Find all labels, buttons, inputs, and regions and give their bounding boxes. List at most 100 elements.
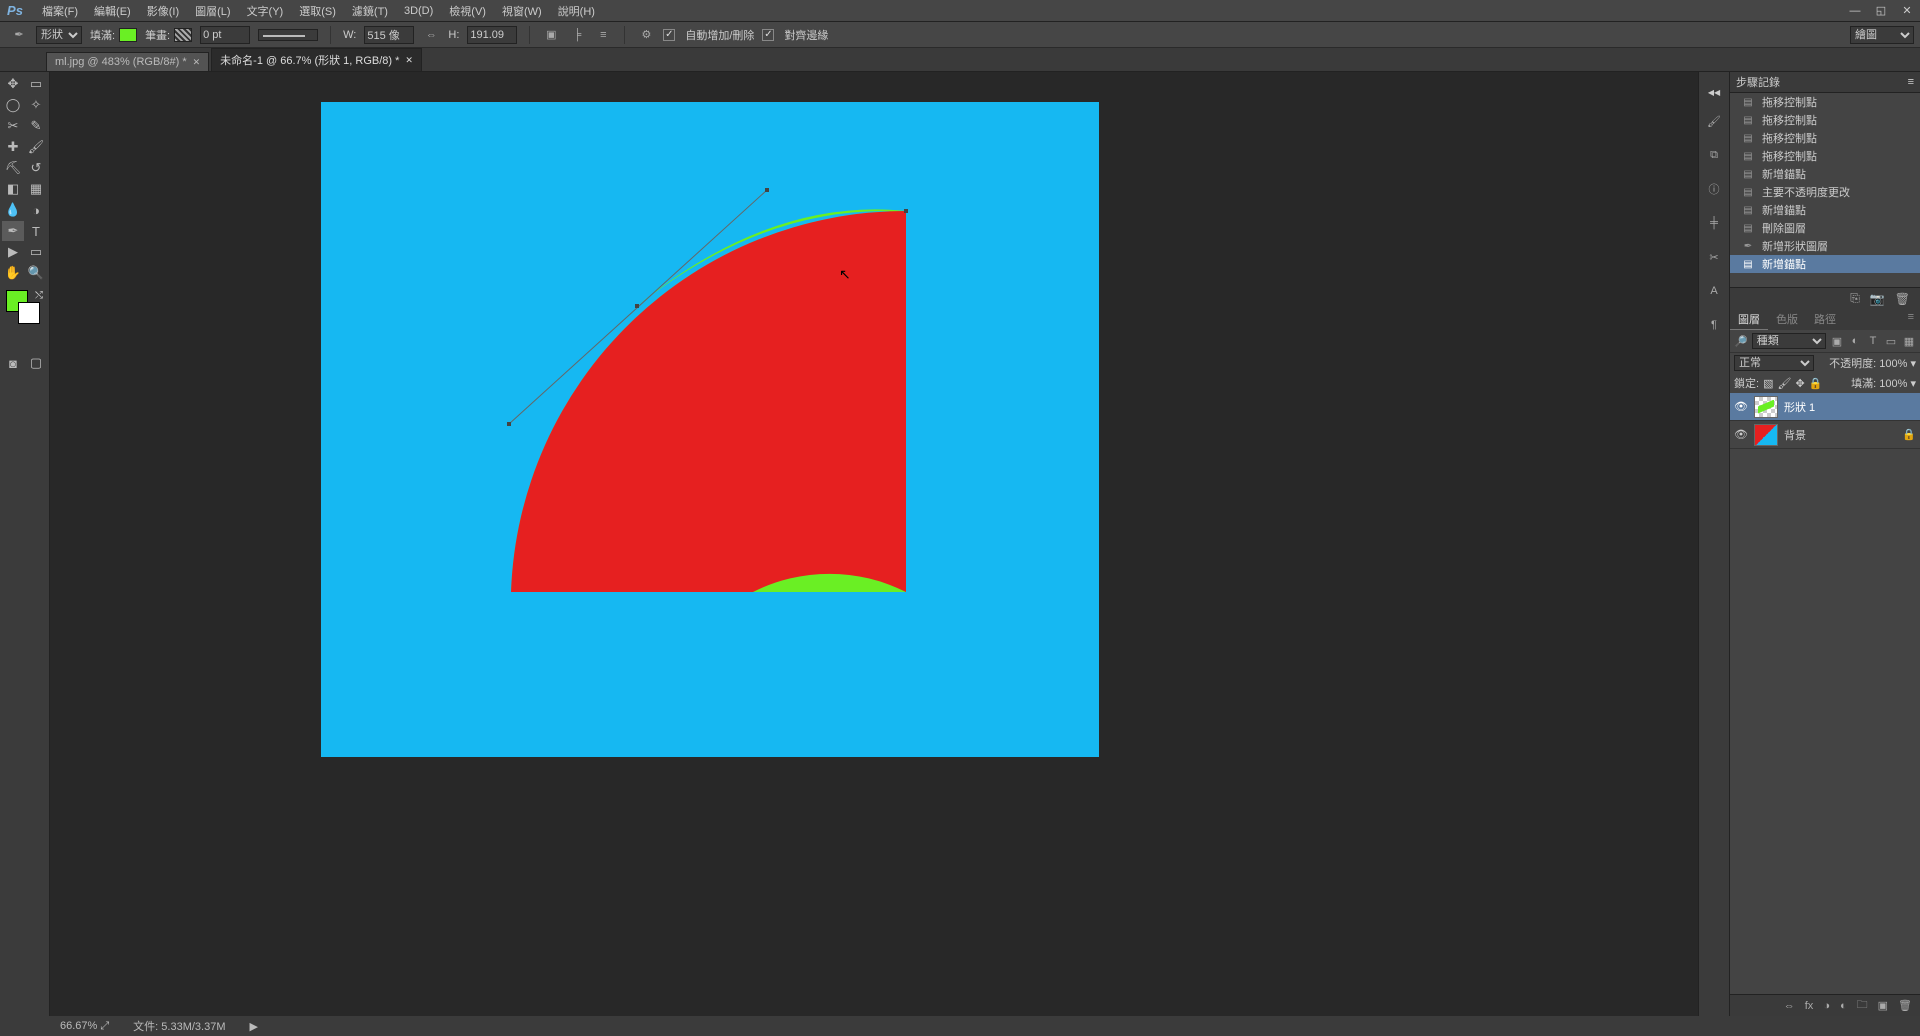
history-item[interactable]: ▤新增錨點: [1730, 165, 1920, 183]
path-select-tool[interactable]: ▶: [2, 242, 24, 262]
eyedropper-tool[interactable]: ✎: [25, 116, 47, 136]
tool-mode-select[interactable]: 形狀: [36, 26, 82, 44]
document-tab[interactable]: 未命名-1 @ 66.7% (形狀 1, RGB/8) * ✕: [211, 48, 422, 71]
visibility-icon[interactable]: 👁: [1734, 400, 1748, 413]
history-item[interactable]: ▤拖移控制點: [1730, 129, 1920, 147]
heal-tool[interactable]: ✚: [2, 137, 24, 157]
menu-edit[interactable]: 編輯(E): [86, 3, 139, 19]
dodge-tool[interactable]: ◑: [25, 200, 47, 220]
layer-name[interactable]: 形狀 1: [1784, 399, 1815, 415]
zoom-level[interactable]: 66.67% ⤢: [60, 1020, 109, 1033]
history-item[interactable]: ▤拖移控制點: [1730, 111, 1920, 129]
menu-filter[interactable]: 濾鏡(T): [344, 3, 396, 19]
window-minimize-icon[interactable]: —: [1842, 0, 1868, 22]
create-doc-icon[interactable]: ⎘: [1850, 291, 1860, 306]
doc-size[interactable]: 文件: 5.33M/3.37M: [133, 1018, 225, 1034]
layer-item[interactable]: 👁 背景 🔒: [1730, 421, 1920, 449]
menu-help[interactable]: 說明(H): [550, 3, 603, 19]
new-layer-icon[interactable]: ▣: [1878, 999, 1888, 1012]
lasso-tool[interactable]: ◯: [2, 95, 24, 115]
panel-menu-icon[interactable]: ≡: [1908, 76, 1914, 88]
filter-image-icon[interactable]: ▣: [1830, 334, 1844, 348]
stroke-width-input[interactable]: [200, 26, 250, 44]
stamp-tool[interactable]: ⛏: [2, 158, 24, 178]
brush-tool[interactable]: 🖌: [25, 137, 47, 157]
layer-thumbnail[interactable]: [1754, 396, 1778, 418]
document-canvas[interactable]: ↖: [321, 102, 1099, 757]
magic-wand-tool[interactable]: ✧: [25, 95, 47, 115]
visibility-icon[interactable]: 👁: [1734, 428, 1748, 441]
window-close-icon[interactable]: ✕: [1894, 0, 1920, 22]
menu-3d[interactable]: 3D(D): [396, 5, 441, 17]
canvas-area[interactable]: ↖: [50, 72, 1698, 1016]
adjustment-icon[interactable]: ◐: [1840, 1000, 1847, 1012]
close-icon[interactable]: ✕: [405, 55, 413, 66]
clone-source-icon[interactable]: ⧉: [1704, 145, 1724, 165]
menu-file[interactable]: 檔案(F): [34, 3, 86, 19]
blend-mode-select[interactable]: 正常: [1734, 355, 1814, 371]
filter-type-icon[interactable]: T: [1866, 334, 1880, 348]
history-item[interactable]: ▤刪除圖層: [1730, 219, 1920, 237]
status-menu-icon[interactable]: ▶: [250, 1020, 258, 1033]
width-input[interactable]: [364, 26, 414, 44]
fx-icon[interactable]: fx: [1805, 1000, 1814, 1012]
character-panel-icon[interactable]: A: [1704, 281, 1724, 301]
history-brush-tool[interactable]: ↺: [25, 158, 47, 178]
gradient-tool[interactable]: ▦: [25, 179, 47, 199]
snapshot-icon[interactable]: 📷: [1870, 292, 1885, 306]
shape-tool[interactable]: ▭: [25, 242, 47, 262]
type-tool[interactable]: T: [25, 221, 47, 241]
panel-menu-icon[interactable]: ≡: [1900, 309, 1920, 330]
paragraph-panel-icon[interactable]: ¶: [1704, 315, 1724, 335]
tool-preset-icon[interactable]: ✂: [1704, 247, 1724, 267]
swap-colors-icon[interactable]: ⤭: [35, 290, 43, 301]
close-icon[interactable]: ✕: [193, 57, 201, 68]
layer-item[interactable]: 👁 形狀 1: [1730, 393, 1920, 421]
link-wh-icon[interactable]: ⇔: [422, 26, 440, 44]
menu-type[interactable]: 文字(Y): [239, 3, 292, 19]
history-item[interactable]: ▤拖移控制點: [1730, 93, 1920, 111]
history-item[interactable]: ▤新增錨點: [1730, 255, 1920, 273]
quick-mask-icon[interactable]: ◙: [2, 353, 24, 373]
document-tab[interactable]: ml.jpg @ 483% (RGB/8#) * ✕: [46, 52, 209, 71]
expand-panels-icon[interactable]: ◀◀: [1708, 88, 1720, 97]
history-item[interactable]: ▤主要不透明度更改: [1730, 183, 1920, 201]
mask-icon[interactable]: ◑: [1823, 1000, 1830, 1012]
hand-tool[interactable]: ✋: [2, 263, 24, 283]
history-panel-header[interactable]: 步驟記錄 ≡: [1730, 72, 1920, 93]
screen-mode-icon[interactable]: ▢: [25, 353, 47, 373]
layer-filter-select[interactable]: 種類: [1752, 333, 1826, 349]
auto-add-delete-checkbox[interactable]: [663, 29, 675, 41]
filter-shape-icon[interactable]: ▭: [1884, 334, 1898, 348]
workspace-select[interactable]: 繪圖: [1850, 26, 1914, 44]
history-item[interactable]: ▤拖移控制點: [1730, 147, 1920, 165]
menu-view[interactable]: 檢視(V): [441, 3, 494, 19]
layer-thumbnail[interactable]: [1754, 424, 1778, 446]
menu-window[interactable]: 視窗(W): [494, 3, 550, 19]
tab-paths[interactable]: 路徑: [1806, 309, 1844, 330]
history-item[interactable]: ▤新增錨點: [1730, 201, 1920, 219]
layer-name[interactable]: 背景: [1784, 427, 1806, 443]
zoom-tool[interactable]: 🔍: [25, 263, 47, 283]
path-combine-icon[interactable]: ▣: [542, 26, 560, 44]
marquee-tool[interactable]: ▭: [25, 74, 47, 94]
height-input[interactable]: [467, 26, 517, 44]
stroke-style-select[interactable]: [258, 29, 318, 41]
move-tool[interactable]: ✥: [2, 74, 24, 94]
lock-paint-icon[interactable]: 🖌: [1777, 377, 1791, 390]
trash-icon[interactable]: 🗑: [1898, 999, 1912, 1012]
filter-adjust-icon[interactable]: ◐: [1848, 334, 1862, 348]
align-panel-icon[interactable]: ╪: [1704, 213, 1724, 233]
lock-all-icon[interactable]: 🔒: [1809, 377, 1823, 390]
menu-layer[interactable]: 圖層(L): [187, 3, 238, 19]
pen-tool-icon[interactable]: ✒: [10, 26, 28, 44]
fill-swatch[interactable]: [119, 28, 137, 42]
lock-icon[interactable]: 🔒: [1902, 428, 1916, 441]
gear-icon[interactable]: ⚙: [637, 26, 655, 44]
path-arrange-icon[interactable]: ≡: [594, 26, 612, 44]
path-align-icon[interactable]: ╞: [568, 26, 586, 44]
pen-tool[interactable]: ✒: [2, 221, 24, 241]
align-edges-checkbox[interactable]: [762, 29, 774, 41]
info-panel-icon[interactable]: ⓘ: [1704, 179, 1724, 199]
menu-image[interactable]: 影像(I): [139, 3, 187, 19]
